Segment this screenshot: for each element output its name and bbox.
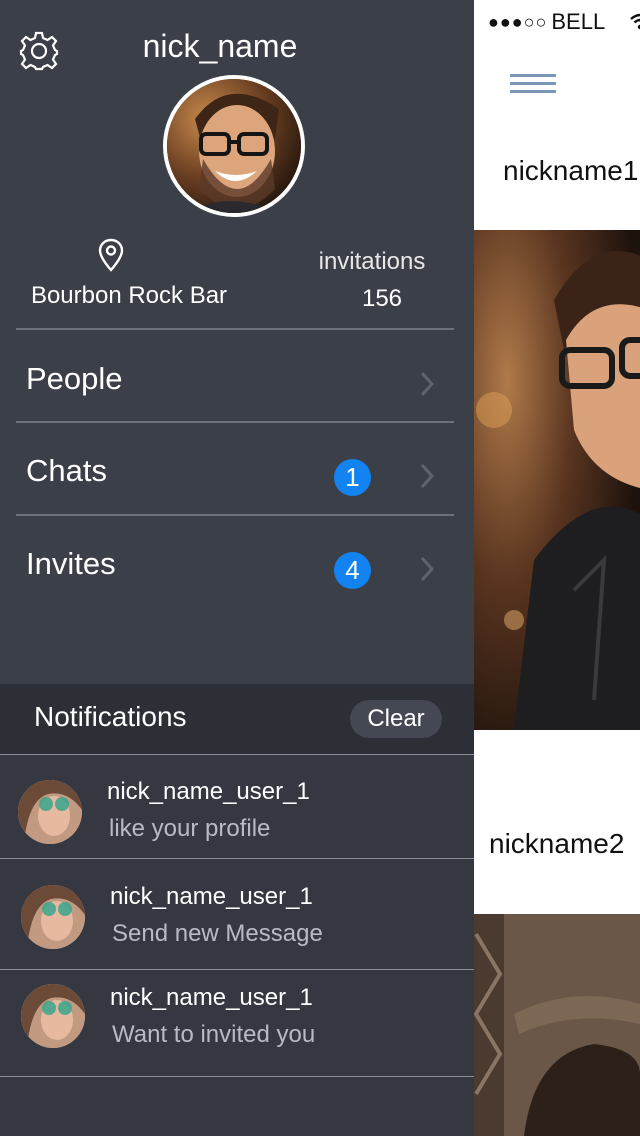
feed-nickname: nickname1	[503, 155, 639, 186]
unread-count-badge: 4	[334, 552, 371, 589]
invitations-label: invitations	[318, 248, 426, 275]
status-bar: ●●●○○ BELL	[488, 8, 605, 36]
feed-nickname: nickname2	[489, 828, 625, 859]
profile-nick-name: nick_name	[142, 28, 298, 64]
divider	[16, 328, 454, 330]
clear-notifications-button[interactable]: Clear	[350, 700, 442, 738]
notifications-header: Notifications Clear	[0, 684, 474, 754]
divider	[0, 1076, 474, 1077]
chevron-right-icon	[420, 463, 434, 489]
feed-photo[interactable]	[474, 914, 640, 1136]
avatar	[21, 984, 85, 1048]
chevron-right-icon	[420, 371, 434, 397]
notification-item[interactable]: nick_name_user_1 like your profile	[0, 754, 474, 857]
notification-text: Send new Message	[112, 920, 323, 947]
notification-user: nick_name_user_1	[110, 984, 313, 1011]
divider	[16, 421, 454, 423]
menu-item-label: Invites	[26, 546, 116, 581]
divider	[16, 514, 454, 516]
main-content: ●●●○○ BELL nickname1 nickname2	[474, 0, 640, 1136]
notification-item[interactable]: nick_name_user_1 Want to invited you	[0, 970, 474, 1073]
profile-avatar[interactable]	[163, 75, 305, 217]
location-pin-icon	[98, 238, 124, 272]
notification-item[interactable]: nick_name_user_1 Send new Message	[0, 859, 474, 962]
signal-strength-icon: ●●●○○	[488, 11, 548, 32]
hamburger-menu-icon[interactable]	[510, 74, 556, 94]
wifi-icon	[630, 13, 640, 30]
chevron-right-icon	[420, 556, 434, 582]
unread-count-badge: 1	[334, 459, 371, 496]
invitations-count: 156	[361, 285, 403, 312]
menu-item-chats[interactable]: Chats 1	[16, 425, 454, 515]
notifications-list: nick_name_user_1 like your profile nick_…	[0, 754, 474, 1136]
notification-user: nick_name_user_1	[107, 778, 310, 805]
side-drawer: nick_name Bourbon Rock Bar invitations 1…	[0, 0, 474, 1136]
profile-location: Bourbon Rock Bar	[30, 282, 228, 309]
notification-user: nick_name_user_1	[110, 883, 313, 910]
avatar	[21, 885, 85, 949]
carrier-name: BELL	[551, 9, 606, 34]
avatar	[18, 780, 82, 844]
notifications-title: Notifications	[34, 701, 187, 732]
notification-text: Want to invited you	[112, 1021, 316, 1048]
menu-item-invites[interactable]: Invites 4	[16, 518, 454, 608]
feed-photo[interactable]	[474, 230, 640, 730]
menu-item-label: People	[26, 361, 123, 396]
notification-text: like your profile	[109, 815, 271, 842]
menu-item-label: Chats	[26, 453, 107, 488]
menu-item-people[interactable]: People	[16, 333, 454, 423]
